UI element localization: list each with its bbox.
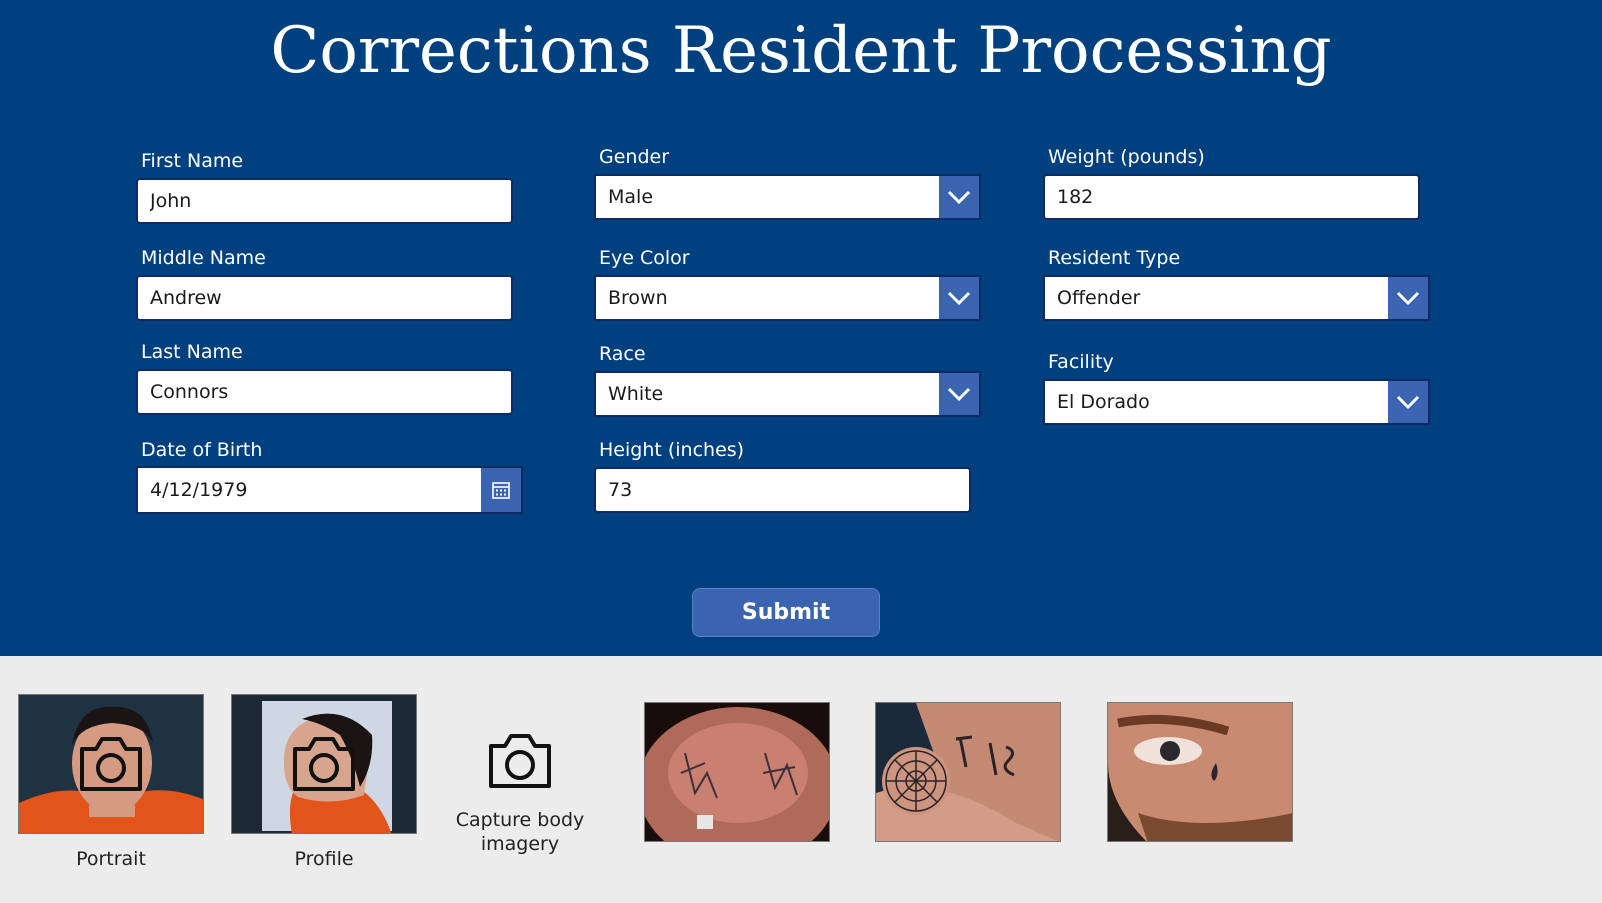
middle-name-field[interactable] [136,275,513,321]
chevron-down-icon [947,190,971,204]
portrait-caption: Portrait [76,848,146,870]
gender-value: Male [608,186,654,208]
facility-dropdown-button[interactable] [1388,381,1428,423]
weight-label: Weight (pounds) [1048,146,1205,168]
resident-type-dropdown[interactable]: Offender [1043,275,1430,321]
eye-color-dropdown-button[interactable] [939,277,979,319]
weight-field[interactable] [1043,174,1420,220]
profile-caption: Profile [294,848,354,870]
date-of-birth-picker[interactable]: 4/12/1979 [136,466,523,514]
form-panel: Corrections Resident Processing First Na… [0,0,1602,656]
gender-dropdown[interactable]: Male [594,174,981,220]
camera-icon [293,737,355,791]
resident-type-value: Offender [1057,287,1141,309]
tattoo-photo[interactable] [644,702,830,842]
capture-body-imagery-button[interactable]: Capture body imagery [444,726,596,856]
facility-label: Facility [1048,351,1114,373]
profile-photo[interactable] [231,694,417,834]
first-name-field[interactable] [136,178,513,224]
last-name-field[interactable] [136,369,513,415]
date-of-birth-label: Date of Birth [141,439,263,461]
eye-color-value: Brown [608,287,668,309]
photo-gallery: Portrait Profile Capture body imagery [0,656,1602,903]
chevron-down-icon [947,291,971,305]
height-field[interactable] [594,467,971,513]
middle-name-label: Middle Name [141,247,266,269]
last-name-label: Last Name [141,341,243,363]
camera-icon [80,737,142,791]
race-dropdown[interactable]: White [594,371,981,417]
portrait-photo[interactable] [18,694,204,834]
page-title: Corrections Resident Processing [270,14,1332,88]
eye-color-dropdown[interactable]: Brown [594,275,981,321]
chevron-down-icon [1396,291,1420,305]
camera-icon [489,734,551,788]
facility-dropdown[interactable]: El Dorado [1043,379,1430,425]
face-tattoo-image [1108,703,1292,841]
resident-type-dropdown-button[interactable] [1388,277,1428,319]
arm-tattoo-image [876,703,1060,841]
race-dropdown-button[interactable] [939,373,979,415]
gender-dropdown-button[interactable] [939,176,979,218]
race-label: Race [599,343,646,365]
height-label: Height (inches) [599,439,745,461]
resident-type-label: Resident Type [1048,247,1181,269]
first-name-label: First Name [141,150,244,172]
submit-button[interactable]: Submit [692,588,880,637]
tattoo-photo[interactable] [1107,702,1293,842]
back-tattoo-image [645,703,829,841]
chevron-down-icon [1396,395,1420,409]
capture-body-imagery-caption: Capture body imagery [455,809,585,855]
chevron-down-icon [947,387,971,401]
eye-color-label: Eye Color [599,247,690,269]
race-value: White [608,383,664,405]
date-of-birth-value: 4/12/1979 [150,479,248,501]
calendar-button[interactable] [481,468,521,512]
calendar-icon [492,482,510,499]
gender-label: Gender [599,146,670,168]
tattoo-photo[interactable] [875,702,1061,842]
facility-value: El Dorado [1057,391,1150,413]
